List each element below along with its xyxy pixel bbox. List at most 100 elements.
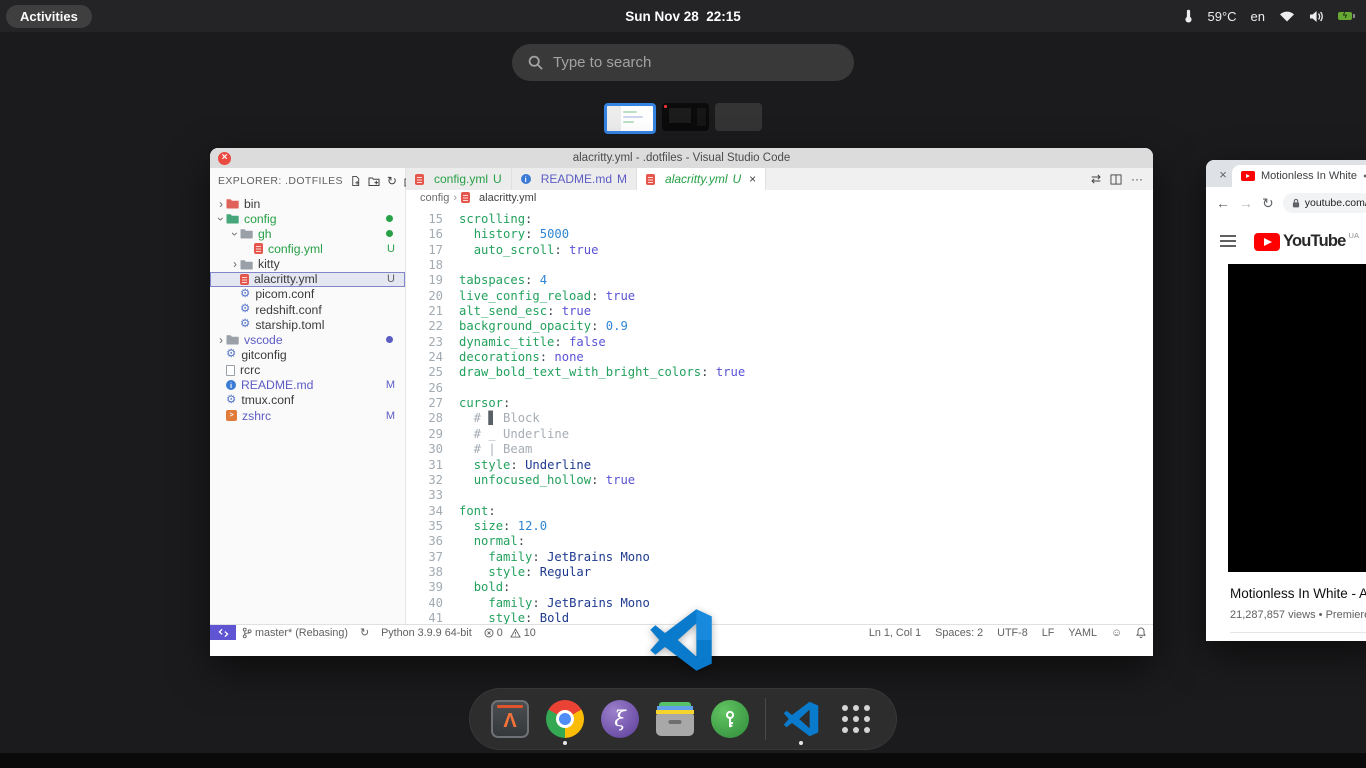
- code-line-38: 38 style: Regular: [406, 565, 1153, 580]
- git-status-dot: [386, 336, 393, 343]
- close-tab-icon[interactable]: ×: [749, 172, 756, 186]
- battery-charging-icon[interactable]: ϟ: [1338, 12, 1352, 20]
- tree-item-config[interactable]: config: [210, 211, 405, 226]
- search-placeholder: Type to search: [553, 54, 651, 71]
- breadcrumb[interactable]: config › alacritty.yml: [406, 190, 1153, 205]
- git-status-dot: [386, 230, 393, 237]
- dock-chrome[interactable]: [543, 688, 587, 750]
- encoding[interactable]: UTF-8: [990, 627, 1035, 639]
- tree-item-kitty[interactable]: kitty: [210, 257, 405, 272]
- tree-item-alacritty.yml[interactable]: alacritty.ymlU: [210, 272, 405, 287]
- forward-icon[interactable]: →: [1239, 196, 1253, 210]
- more-editor-actions-icon[interactable]: ···: [1131, 172, 1143, 186]
- new-folder-icon[interactable]: [368, 176, 380, 187]
- chevron-icon: [230, 257, 240, 271]
- code-line-25: 25draw_bold_text_with_bright_colors: tru…: [406, 365, 1153, 380]
- cursor-position[interactable]: Ln 1, Col 1: [862, 627, 928, 639]
- back-icon[interactable]: ←: [1216, 196, 1230, 210]
- dock-files[interactable]: [653, 688, 697, 750]
- refresh-icon[interactable]: ↻: [387, 175, 397, 187]
- window-title: alacritty.yml - .dotfiles - Visual Studi…: [573, 152, 791, 164]
- clock[interactable]: Sun Nov 28 22:15: [625, 9, 741, 24]
- chrome-active-tab[interactable]: Motionless In White - A: [1232, 165, 1366, 187]
- explorer-sidebar: EXPLORER: .DOTFILES ↻ ··· binconfigghcon…: [210, 168, 406, 624]
- workspace-thumbnail-new[interactable]: [715, 103, 762, 131]
- new-file-icon[interactable]: [350, 175, 361, 187]
- dock-app-grid[interactable]: [834, 688, 878, 750]
- activities-button[interactable]: Activities: [6, 5, 92, 28]
- indentation[interactable]: Spaces: 2: [928, 627, 990, 639]
- split-editor-icon[interactable]: [1110, 174, 1122, 185]
- reload-icon[interactable]: ↻: [1262, 196, 1274, 210]
- tree-item-starship.toml[interactable]: starship.toml: [210, 317, 405, 332]
- search-input[interactable]: Type to search: [512, 44, 854, 81]
- tree-item-vscode[interactable]: vscode: [210, 332, 405, 347]
- volume-icon[interactable]: [1309, 10, 1324, 23]
- dock-alacritty[interactable]: Λ: [488, 688, 532, 750]
- problems-indicator[interactable]: 0 10: [478, 627, 542, 639]
- tree-item-config.yml[interactable]: config.ymlU: [210, 241, 405, 256]
- yaml-icon: [461, 192, 470, 203]
- code-editor[interactable]: 15scrolling:16 history: 500017 auto_scro…: [406, 205, 1153, 624]
- wifi-icon[interactable]: [1279, 10, 1295, 22]
- tree-item-picom.conf[interactable]: picom.conf: [210, 287, 405, 302]
- close-window-icon[interactable]: ×: [218, 152, 231, 165]
- tree-item-rcrc[interactable]: rcrc: [210, 363, 405, 378]
- dash-dock: Λ ξ: [469, 688, 897, 750]
- git-status-dot: [386, 215, 393, 222]
- tree-item-gh[interactable]: gh: [210, 226, 405, 241]
- editor-tabbar: config.ymlUREADME.mdMalacritty.ymlU× ⇄ ·…: [406, 168, 1153, 190]
- tree-item-zshrc[interactable]: zshrcM: [210, 408, 405, 423]
- cpu-temperature: 59°C: [1207, 9, 1236, 24]
- feedback-icon[interactable]: ☺: [1104, 627, 1129, 639]
- sync-icon[interactable]: ↻: [354, 626, 375, 639]
- menu-hamburger-icon[interactable]: [1220, 235, 1236, 247]
- workspace-thumbnail-active[interactable]: [604, 103, 656, 134]
- chrome-window[interactable]: × Motionless In White - A ← → ↻ youtube.…: [1206, 160, 1366, 641]
- git-status-badge: U: [387, 273, 395, 285]
- tab-close-icon[interactable]: ×: [1214, 167, 1232, 182]
- tree-item-bin[interactable]: bin: [210, 196, 405, 211]
- code-line-15: 15scrolling:: [406, 212, 1153, 227]
- shell-icon: [226, 410, 237, 421]
- chevron-icon: [216, 197, 226, 211]
- keyboard-layout[interactable]: en: [1251, 9, 1265, 24]
- workspace-thumbnail-2[interactable]: [662, 103, 709, 131]
- language-mode[interactable]: YAML: [1061, 627, 1104, 639]
- vscode-window[interactable]: × alacritty.yml - .dotfiles - Visual Stu…: [210, 148, 1153, 656]
- alacritty-icon: Λ: [491, 700, 529, 738]
- open-changes-icon[interactable]: ⇄: [1091, 172, 1101, 186]
- git-branch-indicator[interactable]: master* (Rebasing): [236, 627, 354, 639]
- notifications-bell-icon[interactable]: [1129, 627, 1153, 638]
- code-line-30: 30 # | Beam: [406, 442, 1153, 457]
- vscode-app-icon[interactable]: [649, 608, 713, 672]
- remote-indicator[interactable]: [210, 625, 236, 640]
- code-line-19: 19tabspaces: 4: [406, 273, 1153, 288]
- tree-item-gitconfig[interactable]: gitconfig: [210, 347, 405, 362]
- chevron-icon: [214, 214, 228, 224]
- python-interpreter[interactable]: Python 3.9.9 64-bit: [375, 627, 478, 639]
- eol-sequence[interactable]: LF: [1035, 627, 1062, 639]
- code-line-26: 26: [406, 381, 1153, 396]
- video-player[interactable]: [1228, 264, 1366, 572]
- editor-tab-alacritty.yml[interactable]: alacritty.ymlU×: [637, 168, 766, 190]
- tree-item-redshift.conf[interactable]: redshift.conf: [210, 302, 405, 317]
- editor-tab-config.yml[interactable]: config.ymlU: [406, 168, 512, 190]
- dock-keepassxc[interactable]: [708, 688, 752, 750]
- lock-icon: [1292, 198, 1300, 208]
- editor-tab-README.md[interactable]: README.mdM: [512, 168, 637, 190]
- file-cabinet-icon: [656, 702, 694, 736]
- top-bar: Activities Sun Nov 28 22:15 59°C en ϟ: [0, 0, 1366, 32]
- tree-item-tmux.conf[interactable]: tmux.conf: [210, 393, 405, 408]
- gear-icon: [226, 395, 236, 407]
- dock-vscode[interactable]: [779, 688, 823, 750]
- thermometer-icon: [1184, 8, 1193, 24]
- breadcrumb-folder[interactable]: config: [420, 192, 449, 204]
- youtube-logo[interactable]: YouTube UA: [1254, 231, 1359, 251]
- breadcrumb-file[interactable]: alacritty.yml: [479, 192, 536, 204]
- address-bar[interactable]: youtube.com/wa: [1283, 193, 1366, 213]
- dock-emacs[interactable]: ξ: [598, 688, 642, 750]
- breadcrumb-separator-icon: ›: [453, 192, 457, 204]
- tree-item-README.md[interactable]: README.mdM: [210, 378, 405, 393]
- youtube-header: YouTube UA: [1206, 218, 1366, 264]
